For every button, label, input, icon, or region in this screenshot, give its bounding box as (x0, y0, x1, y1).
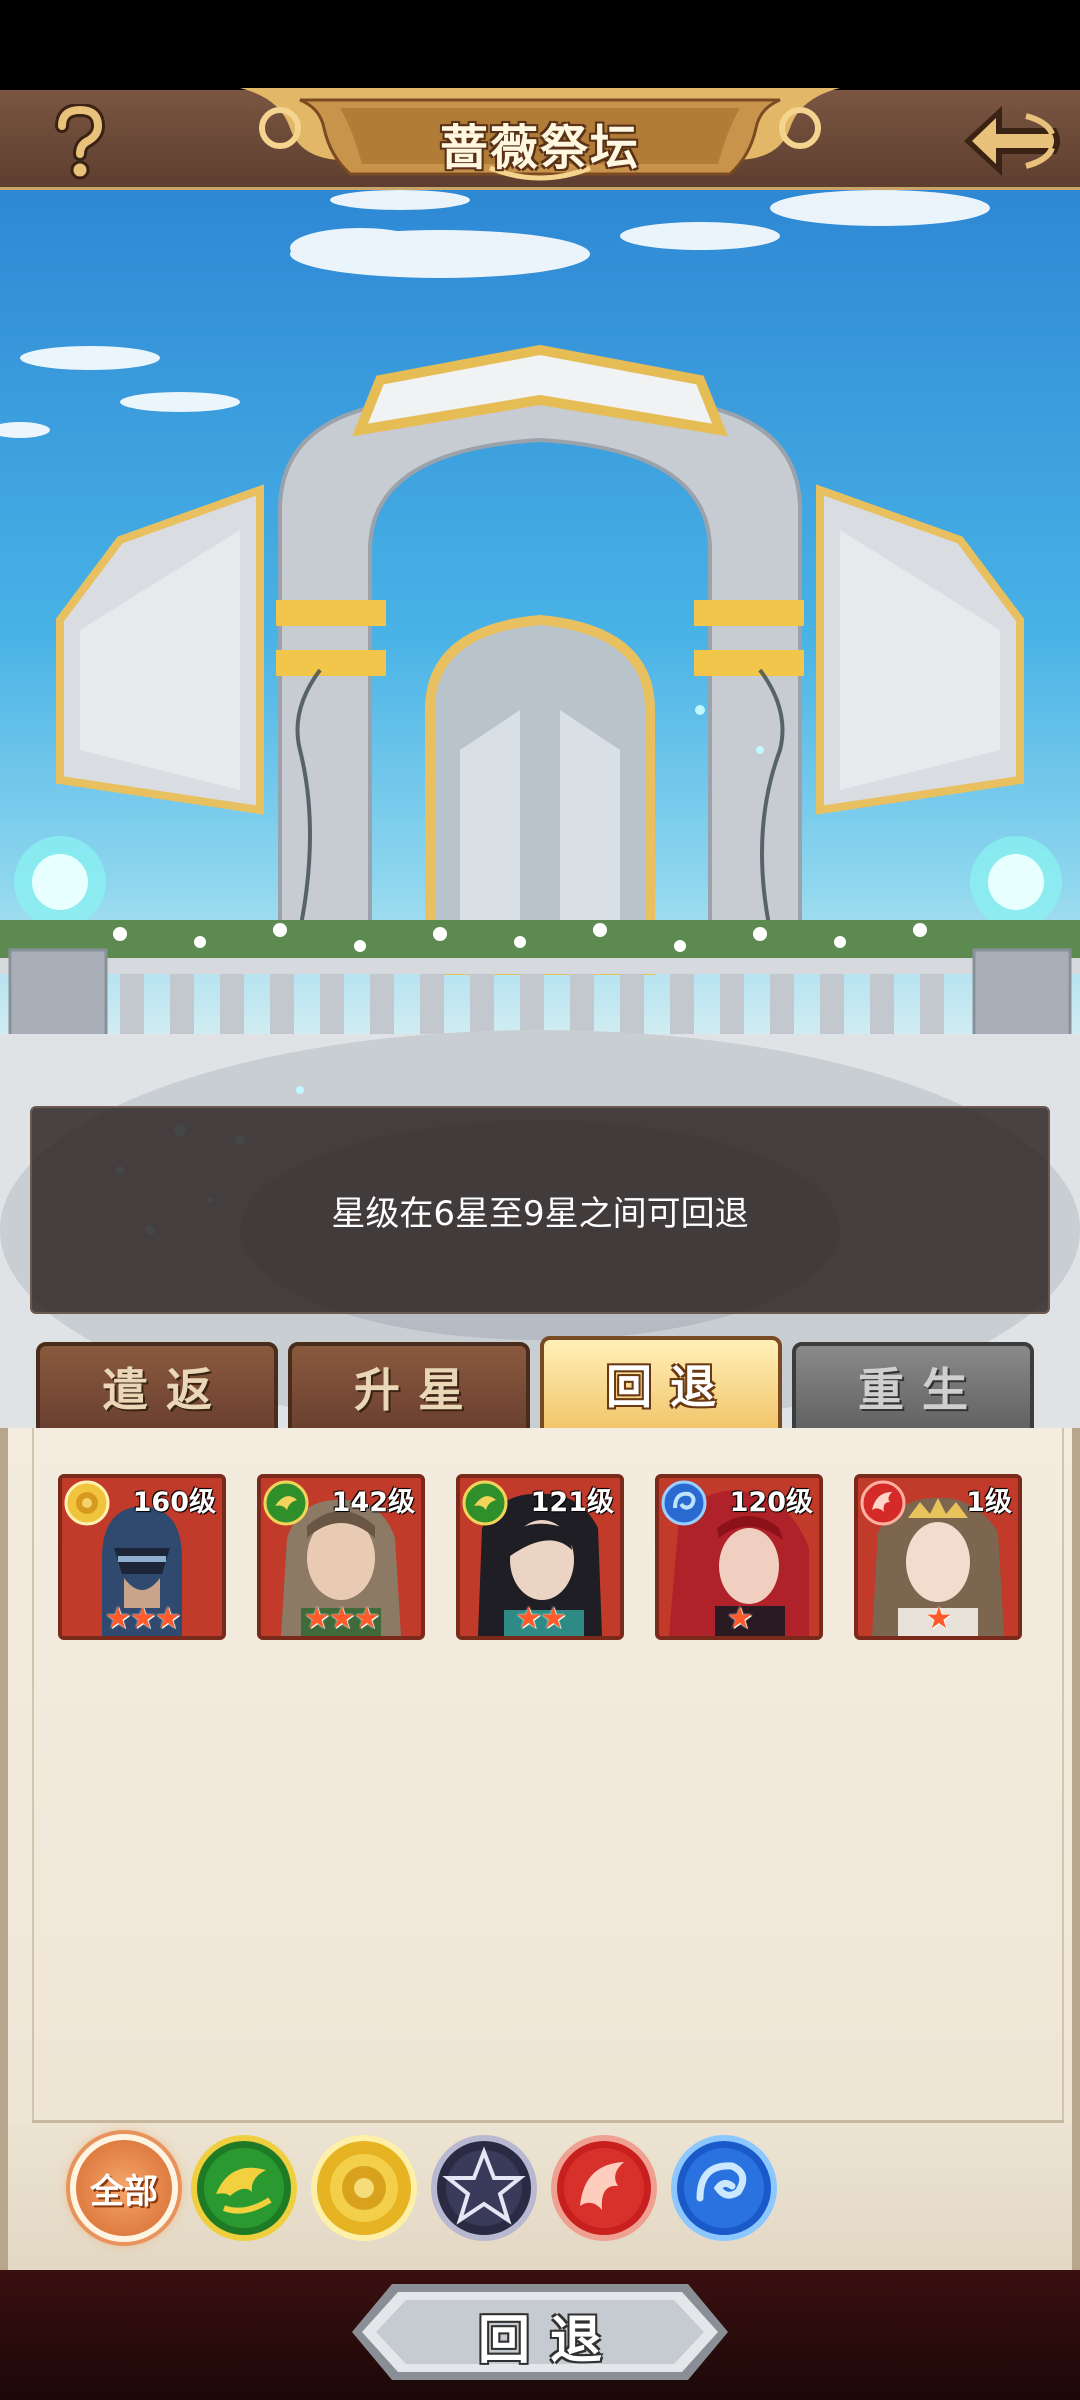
tab-rebirth[interactable]: 重生 (792, 1342, 1034, 1432)
header-bar: 蔷薇祭坛 (0, 88, 1080, 190)
tab-star-up-label: 升星 (354, 1363, 482, 1417)
star-faction-icon (431, 2135, 537, 2241)
revert-confirm-button[interactable]: 回退 (352, 2280, 728, 2384)
filter-dragon-button[interactable] (190, 2134, 298, 2242)
hero-stars: ★ (726, 1601, 754, 1636)
hero-level: 160级 (132, 1487, 216, 1518)
tab-dismiss-label: 遣返 (102, 1363, 230, 1417)
hero-stars: ★★★ (303, 1601, 381, 1636)
page-title: 蔷薇祭坛 (439, 120, 640, 176)
back-button[interactable] (956, 98, 1066, 184)
phoenix-faction-icon (860, 1480, 906, 1526)
water-faction-icon (661, 1480, 707, 1526)
filter-all-button[interactable]: 全部 (70, 2134, 178, 2242)
hero-stars: ★★★ (104, 1601, 182, 1636)
filter-star-button[interactable] (430, 2134, 538, 2242)
filter-rose-button[interactable] (310, 2134, 418, 2242)
tab-dismiss[interactable]: 遣返 (36, 1342, 278, 1432)
hero-card[interactable]: 1级 ★ (854, 1474, 1022, 1640)
tab-rebirth-label: 重生 (858, 1363, 986, 1417)
hero-level: 120级 (729, 1487, 813, 1518)
filter-phoenix-button[interactable] (550, 2134, 658, 2242)
revert-confirm-label: 回退 (477, 2310, 622, 2371)
info-banner: 星级在6星至9星之间可回退 (30, 1106, 1050, 1314)
tab-revert-label: 回退 (606, 1360, 734, 1414)
title-plaque: 蔷薇祭坛 (240, 88, 840, 188)
rose-faction-icon (64, 1480, 110, 1526)
tab-star-up[interactable]: 升星 (288, 1342, 530, 1432)
hero-card[interactable]: 160级 ★★★ (58, 1474, 226, 1640)
hero-stars: ★★ (515, 1601, 567, 1636)
hero-stars: ★ (925, 1601, 953, 1636)
phoenix-faction-icon (551, 2135, 657, 2241)
status-bar (0, 0, 1080, 90)
water-faction-icon (671, 2135, 777, 2241)
help-button[interactable] (40, 102, 120, 182)
question-mark-icon (55, 104, 106, 180)
hero-card[interactable]: 142级 ★★★ (257, 1474, 425, 1640)
tab-revert[interactable]: 回退 (540, 1336, 782, 1432)
info-message: 星级在6星至9星之间可回退 (331, 1193, 749, 1234)
hero-level: 1级 (966, 1487, 1012, 1518)
filter-water-button[interactable] (670, 2134, 778, 2242)
dragon-faction-icon (263, 1480, 309, 1526)
hero-card[interactable]: 121级 ★★ (456, 1474, 624, 1640)
filter-all-label: 全部 (90, 2171, 158, 2212)
dragon-faction-icon (191, 2135, 297, 2241)
rose-faction-icon (311, 2135, 417, 2241)
hero-level: 121级 (530, 1487, 614, 1518)
hero-card[interactable]: 120级 ★ (655, 1474, 823, 1640)
hero-level: 142级 (331, 1487, 415, 1518)
dragon-faction-icon (462, 1480, 508, 1526)
back-arrow-icon (964, 106, 1060, 176)
